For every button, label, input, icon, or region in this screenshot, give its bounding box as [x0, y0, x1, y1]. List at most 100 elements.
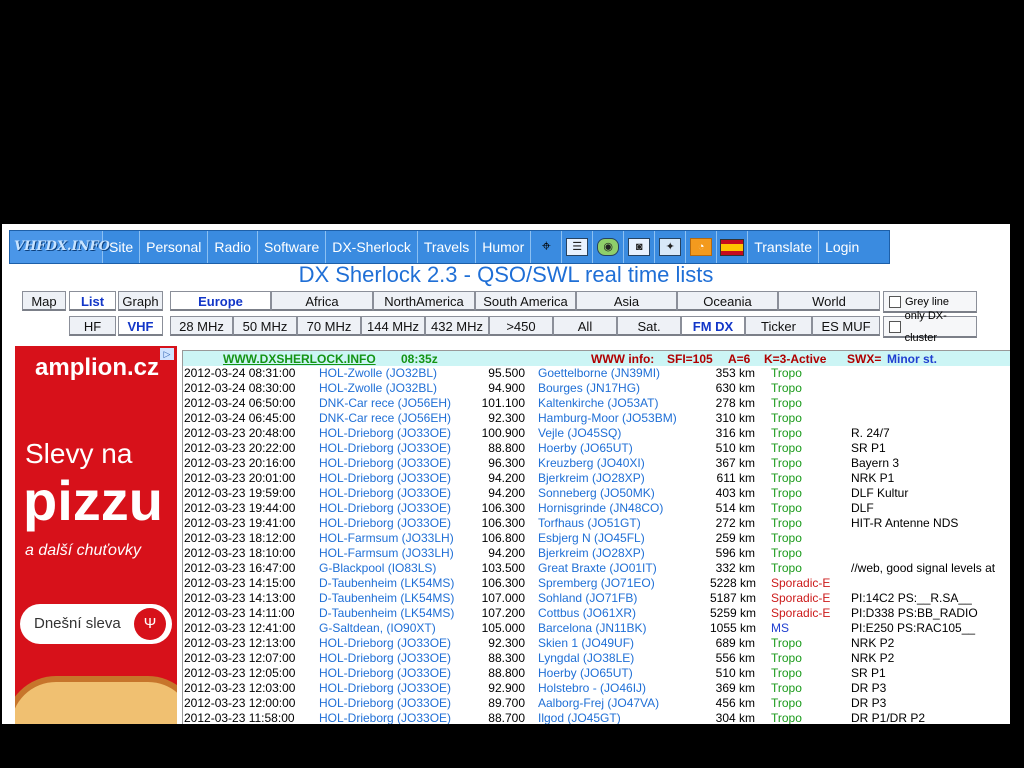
cell-dist: 456 km: [715, 696, 755, 710]
cell-tx[interactable]: HOL-Drieborg (JO33OE): [319, 456, 451, 471]
cell-tx[interactable]: HOL-Drieborg (JO33OE): [319, 486, 451, 501]
cell-tx[interactable]: HOL-Zwolle (JO32BL): [319, 381, 437, 396]
tab-50mhz[interactable]: 50 MHz: [233, 316, 297, 336]
cell-tx[interactable]: G-Saltdean, (IO90XT): [319, 621, 436, 636]
tab-europe[interactable]: Europe: [170, 291, 271, 311]
nav-site[interactable]: Site: [103, 231, 141, 263]
cell-tx[interactable]: DNK-Car rece (JO56EH): [319, 396, 451, 411]
cell-tx[interactable]: HOL-Drieborg (JO33OE): [319, 501, 451, 516]
cell-tx[interactable]: HOL-Drieborg (JO33OE): [319, 681, 451, 696]
nav-travels[interactable]: Travels: [418, 231, 477, 263]
map-icon[interactable]: ✦: [655, 231, 687, 263]
cell-rx[interactable]: Torfhaus (JO51GT): [538, 516, 641, 531]
binoculars-icon[interactable]: ⌖: [531, 231, 563, 263]
tab-28mhz[interactable]: 28 MHz: [170, 316, 233, 336]
cell-tx[interactable]: HOL-Drieborg (JO33OE): [319, 651, 451, 666]
tab-ticker[interactable]: Ticker: [745, 316, 812, 336]
nav-login[interactable]: Login: [819, 231, 889, 263]
cell-tx[interactable]: HOL-Farmsum (JO33LH): [319, 531, 454, 546]
cell-tx[interactable]: HOL-Drieborg (JO33OE): [319, 666, 451, 681]
cell-tx[interactable]: D-Taubenheim (LK54MS): [319, 606, 454, 621]
cell-rx[interactable]: Barcelona (JN11BK): [538, 621, 647, 636]
camera-icon[interactable]: ◙: [624, 231, 656, 263]
tab-es-muf[interactable]: ES MUF: [812, 316, 880, 336]
cell-tx[interactable]: HOL-Drieborg (JO33OE): [319, 711, 451, 724]
checkbox-box[interactable]: [889, 295, 901, 308]
tab-all[interactable]: All: [553, 316, 617, 336]
tab-map[interactable]: Map: [22, 291, 66, 311]
tab-south-america[interactable]: South America: [475, 291, 576, 311]
nav-software[interactable]: Software: [258, 231, 327, 263]
cell-date: 2012-03-24 06:50:00: [184, 396, 296, 410]
ad-headline-large: pizzu: [23, 469, 163, 532]
cell-rx[interactable]: Kaltenkirche (JO53AT): [538, 396, 659, 411]
tab-hf[interactable]: HF: [69, 316, 116, 336]
cell-rx[interactable]: Spremberg (JO71EO): [538, 576, 655, 591]
tab-graph[interactable]: Graph: [118, 291, 163, 311]
site-link[interactable]: WWW.DXSHERLOCK.INFO: [223, 352, 376, 366]
cell-tx[interactable]: HOL-Drieborg (JO33OE): [319, 471, 451, 486]
ad-cta-button[interactable]: Dnešní sleva Ψ: [20, 604, 172, 644]
checkbox-box[interactable]: [889, 320, 901, 333]
cell-rx[interactable]: Aalborg-Frej (JO47VA): [538, 696, 659, 711]
cell-rx[interactable]: Bjerkreim (JO28XP): [538, 546, 645, 561]
cell-rx[interactable]: Holstebro - (JO46IJ): [538, 681, 646, 696]
tab-world[interactable]: World: [778, 291, 880, 311]
tab-africa[interactable]: Africa: [271, 291, 373, 311]
tab-144mhz[interactable]: 144 MHz: [361, 316, 425, 336]
cell-rx[interactable]: Great Braxte (JO01IT): [538, 561, 657, 576]
cell-tx[interactable]: DNK-Car rece (JO56EH): [319, 411, 451, 426]
cell-tx[interactable]: HOL-Drieborg (JO33OE): [319, 636, 451, 651]
tab-oceania[interactable]: Oceania: [677, 291, 778, 311]
tab-asia[interactable]: Asia: [576, 291, 677, 311]
tab-70mhz[interactable]: 70 MHz: [297, 316, 361, 336]
cell-rx[interactable]: Ilgod (JO45GT): [538, 711, 621, 724]
nav-personal[interactable]: Personal: [140, 231, 209, 263]
list-icon[interactable]: ☰: [562, 231, 594, 263]
cell-tx[interactable]: D-Taubenheim (LK54MS): [319, 591, 454, 606]
cell-date: 2012-03-23 12:13:00: [184, 636, 296, 650]
tab-list[interactable]: List: [69, 291, 116, 311]
cell-rx[interactable]: Skien 1 (JO49UF): [538, 636, 634, 651]
cell-dist: 367 km: [715, 456, 755, 470]
rss-icon[interactable]: ◔: [686, 231, 718, 263]
nav-humor[interactable]: Humor: [476, 231, 532, 263]
advertisement-banner[interactable]: ▷ amplion.cz Slevy na pizzu a další chuť…: [15, 346, 177, 724]
cell-rx[interactable]: Sonneberg (JO50MK): [538, 486, 655, 501]
nav-dx-sherlock[interactable]: DX-Sherlock: [326, 231, 418, 263]
cell-rx[interactable]: Bourges (JN17HG): [538, 381, 640, 396]
cell-tx[interactable]: HOL-Drieborg (JO33OE): [319, 516, 451, 531]
cell-rx[interactable]: Bjerkreim (JO28XP): [538, 471, 645, 486]
tab-fm-dx[interactable]: FM DX: [681, 316, 745, 336]
cell-tx[interactable]: HOL-Drieborg (JO33OE): [319, 696, 451, 711]
cell-tx[interactable]: HOL-Drieborg (JO33OE): [319, 426, 451, 441]
spain-flag-icon[interactable]: [717, 231, 749, 263]
cell-tx[interactable]: HOL-Drieborg (JO33OE): [319, 441, 451, 456]
cell-rx[interactable]: Hoerby (JO65UT): [538, 666, 633, 681]
cell-rx[interactable]: Goettelborne (JN39MI): [538, 366, 660, 381]
cell-rx[interactable]: Hamburg-Moor (JO53BM): [538, 411, 677, 426]
cell-rx[interactable]: Cottbus (JO61XR): [538, 606, 636, 621]
cell-tx[interactable]: HOL-Zwolle (JO32BL): [319, 366, 437, 381]
nav-translate[interactable]: Translate: [748, 231, 820, 263]
tab-432mhz[interactable]: 432 MHz: [425, 316, 489, 336]
tab-sat[interactable]: Sat.: [617, 316, 681, 336]
cell-rx[interactable]: Esbjerg N (JO45FL): [538, 531, 645, 546]
cell-tx[interactable]: G-Blackpool (IO83LS): [319, 561, 436, 576]
cell-rx[interactable]: Hornisgrinde (JN48CO): [538, 501, 663, 516]
nav-radio[interactable]: Radio: [208, 231, 258, 263]
cell-rx[interactable]: Sohland (JO71FB): [538, 591, 637, 606]
tab-450plus[interactable]: >450: [489, 316, 553, 336]
cell-rx[interactable]: Lyngdal (JO38LE): [538, 651, 634, 666]
adchoices-icon[interactable]: ▷: [160, 348, 174, 360]
cell-rx[interactable]: Kreuzberg (JO40XI): [538, 456, 645, 471]
tab-vhf[interactable]: VHF: [118, 316, 163, 336]
globe-icon[interactable]: ◉: [593, 231, 625, 263]
cell-tx[interactable]: D-Taubenheim (LK54MS): [319, 576, 454, 591]
cell-rx[interactable]: Vejle (JO45SQ): [538, 426, 621, 441]
site-logo[interactable]: VHFDX.INFO: [10, 231, 110, 263]
cell-rx[interactable]: Hoerby (JO65UT): [538, 441, 633, 456]
dx-cluster-checkbox[interactable]: only DX-cluster: [883, 310, 977, 344]
tab-northamerica[interactable]: NorthAmerica: [373, 291, 475, 311]
cell-tx[interactable]: HOL-Farmsum (JO33LH): [319, 546, 454, 561]
